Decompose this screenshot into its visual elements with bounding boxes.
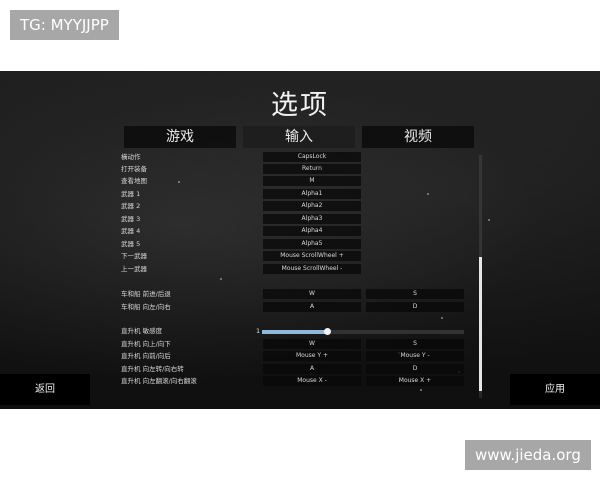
scrollbar-thumb[interactable] bbox=[479, 257, 482, 391]
binding-label: 武器 2 bbox=[121, 202, 141, 210]
primary-key-button[interactable]: Alpha2 bbox=[263, 201, 361, 211]
primary-key-button[interactable]: Mouse Y + bbox=[263, 351, 361, 361]
primary-key-button[interactable]: M bbox=[263, 176, 361, 186]
secondary-key-button[interactable]: Mouse Y - bbox=[366, 351, 464, 361]
keybinding-list: 橫动作 CapsLock 打开装备 Return 查看地图 M 武器 1 Alpha1 武器 2… bbox=[0, 71, 600, 409]
primary-key-button[interactable]: A bbox=[263, 364, 361, 374]
primary-key-button[interactable]: W bbox=[263, 289, 361, 299]
keybinding-row: 武器 1 Alpha1 bbox=[0, 189, 600, 200]
binding-label: 车和船 前进/后退 bbox=[121, 290, 171, 298]
binding-label: 武器 1 bbox=[121, 190, 141, 198]
keybinding-row: 直升机 向前/向后 Mouse Y + Mouse Y - bbox=[0, 351, 600, 362]
secondary-key-button[interactable]: S bbox=[366, 339, 464, 349]
binding-label: 直升机 向左转/向右转 bbox=[121, 365, 184, 373]
primary-key-button[interactable]: W bbox=[263, 339, 361, 349]
secondary-key-button[interactable]: D bbox=[366, 302, 464, 312]
keybinding-row: 直升机 向上/向下 W S bbox=[0, 339, 600, 350]
binding-label: 直升机 向前/向后 bbox=[121, 352, 171, 360]
binding-label: 上一武器 bbox=[121, 265, 147, 273]
secondary-key-button[interactable]: D bbox=[366, 364, 464, 374]
binding-label: 武器 5 bbox=[121, 240, 141, 248]
keybinding-row: 下一武器 Mouse ScrollWheel + bbox=[0, 251, 600, 262]
watermark-bottom: www.jieda.org bbox=[465, 440, 591, 470]
keybinding-row: 武器 3 Alpha3 bbox=[0, 214, 600, 225]
apply-button[interactable]: 应用 bbox=[510, 374, 600, 405]
binding-label: 橫动作 bbox=[121, 153, 141, 161]
secondary-key-button[interactable]: S bbox=[366, 289, 464, 299]
primary-key-button[interactable]: Alpha4 bbox=[263, 226, 361, 236]
keybinding-row: 车和船 前进/后退 W S bbox=[0, 289, 600, 300]
keybinding-row: 武器 5 Alpha5 bbox=[0, 239, 600, 250]
slider-thumb[interactable] bbox=[323, 328, 331, 335]
scrollbar[interactable] bbox=[479, 155, 482, 398]
sensitivity-value: 1 bbox=[256, 327, 261, 335]
keybinding-row: 橫动作 CapsLock bbox=[0, 152, 600, 163]
primary-key-button[interactable]: Alpha3 bbox=[263, 214, 361, 224]
primary-key-button[interactable]: Mouse ScrollWheel - bbox=[263, 264, 361, 274]
game-options-screen: 选项 游戏 输入 视频 橫动作 CapsLock 打开装备 Return 查看地图 M 武器… bbox=[0, 71, 600, 409]
slider-row: 直升机 敏感度 1 bbox=[0, 326, 600, 337]
slider-fill bbox=[262, 330, 327, 334]
keybinding-row: 上一武器 Mouse ScrollWheel - bbox=[0, 264, 600, 275]
primary-key-button[interactable]: Return bbox=[263, 164, 361, 174]
primary-key-button[interactable]: Alpha5 bbox=[263, 239, 361, 249]
binding-label: 武器 4 bbox=[121, 227, 141, 235]
primary-key-button[interactable]: Alpha1 bbox=[263, 189, 361, 199]
keybinding-row: 武器 2 Alpha2 bbox=[0, 201, 600, 212]
binding-label: 查看地图 bbox=[121, 177, 147, 185]
secondary-key-button[interactable]: Mouse X + bbox=[366, 376, 464, 386]
binding-label: 直升机 向左翻滚/向右翻滚 bbox=[121, 377, 197, 385]
binding-label: 车和船 向左/向右 bbox=[121, 303, 171, 311]
binding-label: 武器 3 bbox=[121, 215, 141, 223]
binding-label: 下一武器 bbox=[121, 252, 147, 260]
primary-key-button[interactable]: Mouse ScrollWheel + bbox=[263, 251, 361, 261]
binding-label: 打开装备 bbox=[121, 165, 147, 173]
back-button[interactable]: 返回 bbox=[0, 374, 90, 405]
sensitivity-slider[interactable] bbox=[262, 328, 464, 335]
keybinding-row: 查看地图 M bbox=[0, 176, 600, 187]
binding-label: 直升机 向上/向下 bbox=[121, 340, 171, 348]
primary-key-button[interactable]: Mouse X - bbox=[263, 376, 361, 386]
primary-key-button[interactable]: CapsLock bbox=[263, 152, 361, 162]
watermark-top: TG: MYYJJPP bbox=[10, 10, 119, 40]
keybinding-row: 车和船 向左/向右 A D bbox=[0, 302, 600, 313]
keybinding-row: 武器 4 Alpha4 bbox=[0, 226, 600, 237]
primary-key-button[interactable]: A bbox=[263, 302, 361, 312]
keybinding-row: 打开装备 Return bbox=[0, 164, 600, 175]
binding-label: 直升机 敏感度 bbox=[121, 327, 163, 335]
